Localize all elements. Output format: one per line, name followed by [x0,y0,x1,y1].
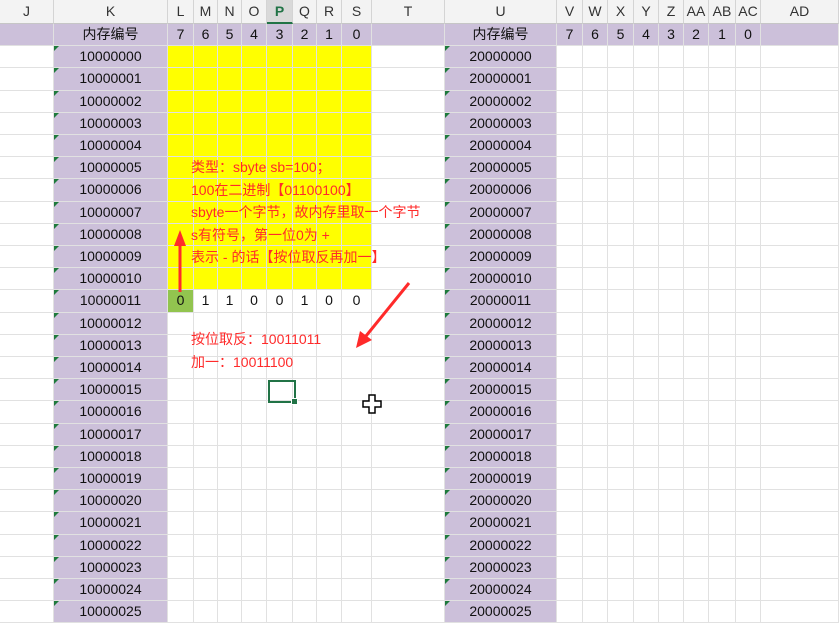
spreadsheet-grid[interactable]: J K L M N O P Q R S T U V W X Y Z AA AB AC AD 内存编号 7 6 5 4 3 2 1 0 内存… [0,0,839,623]
arrow-up [174,230,186,292]
crosshair-cursor-icon [362,394,382,414]
arrow-diagonal [356,282,411,348]
annotation-arrows [174,230,411,348]
active-cell-selection[interactable] [268,380,298,405]
